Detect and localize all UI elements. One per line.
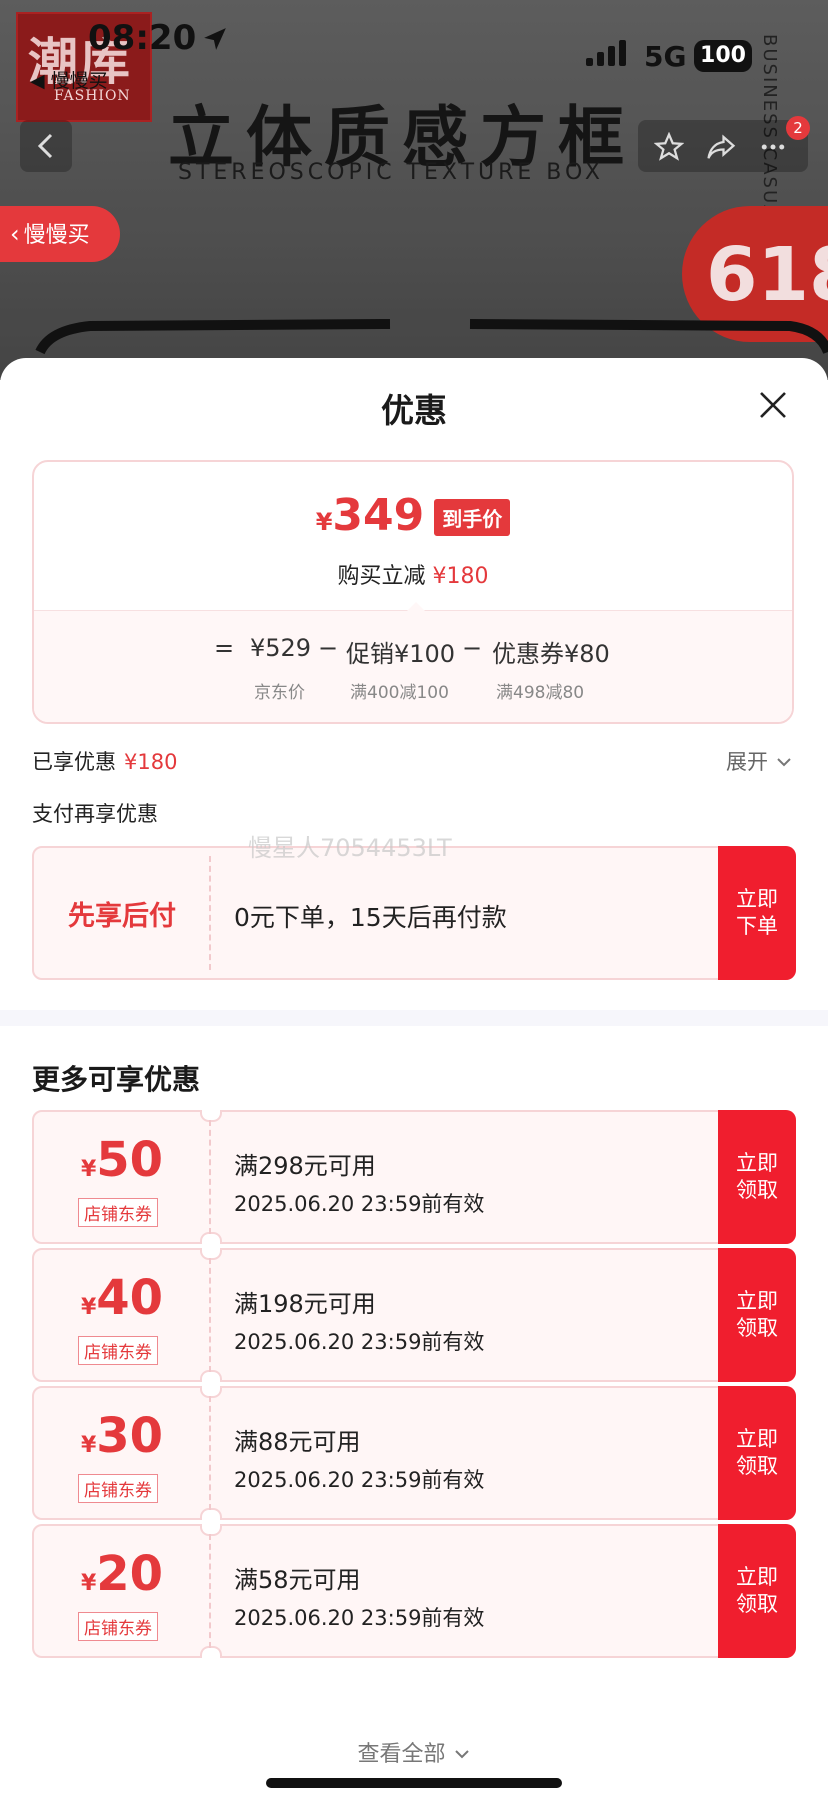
banner-subtitle: STEREOSCOPIC TEXTURE BOX [178,160,604,185]
slow-buy-button[interactable]: ‹ 慢慢买 [0,206,120,262]
coupon-amount: ¥30 [34,1408,210,1464]
watermark: 慢星人7054453LT [248,834,452,862]
formula-promo-label: 满400减100 [350,683,449,703]
formula-equals: = [214,634,235,662]
network-type: 5G [644,40,687,73]
back-button[interactable] [20,120,72,172]
bnpl-title: 先享后付 [68,901,176,932]
claim-label: 立即领取 [736,1289,778,1340]
claim-coupon-button[interactable]: 立即领取 [718,1248,796,1382]
cart-badge: 2 [786,116,810,140]
bnpl-card: 先享后付 0元下单，15天后再付款 立即下单 [32,846,796,980]
price-value: 349 [332,490,425,541]
coupon-amount: ¥40 [34,1270,210,1326]
chevron-left-icon: ‹ [10,220,20,248]
pay-more-label: 支付再享优惠 [32,802,158,826]
coupon-currency: ¥ [80,1571,97,1596]
formula-minus: − [462,634,483,662]
status-time: 08:20 [88,18,197,58]
claim-label: 立即领取 [736,1151,778,1202]
formula-promo: 促销¥100 [346,640,456,668]
coupon-type-badge: 店铺东券 [78,1474,158,1503]
enjoyed-value: ¥180 [124,750,178,774]
coupon-condition: 满88元可用 [234,1428,361,1456]
coupon-amount-value: 20 [96,1546,164,1602]
chevron-down-icon [454,1750,469,1759]
coupon-condition: 满58元可用 [234,1566,361,1594]
more-offers-title: 更多可享优惠 [32,1063,201,1096]
order-now-button[interactable]: 立即下单 [718,846,796,980]
top-action-bar [638,120,808,172]
slow-buy-label: 慢慢买 [23,223,90,248]
sheet-title: 优惠 [381,391,447,430]
claim-coupon-button[interactable]: 立即领取 [718,1524,796,1658]
promo-618-text: 618 [706,232,828,318]
claim-label: 立即领取 [736,1565,778,1616]
formula-coupon-label: 满498减80 [496,683,585,703]
more-icon[interactable] [758,132,788,162]
claim-coupon-button[interactable]: 立即领取 [718,1386,796,1520]
formula-minus: − [318,634,339,662]
coupon-currency: ¥ [80,1295,97,1320]
section-divider [0,1010,828,1026]
coupon-expiry: 2025.06.20 23:59前有效 [234,1468,485,1492]
coupon-amount: ¥20 [34,1546,210,1602]
view-all-link[interactable]: 查看全部 [0,1736,828,1768]
coupon-card: ¥40 店铺东券 满198元可用 2025.06.20 23:59前有效 立即领… [32,1248,796,1382]
expand-toggle[interactable]: 展开 [726,746,793,776]
star-icon[interactable] [654,132,684,162]
coupon-card: ¥30 店铺东券 满88元可用 2025.06.20 23:59前有效 立即领取 [32,1386,796,1520]
formula-coupon: 优惠券¥80 [492,640,610,668]
back-to-app-link[interactable]: ◀ 慢慢买 [30,66,108,93]
view-all-label: 查看全部 [357,1742,446,1767]
coupon-card: ¥50 店铺东券 满298元可用 2025.06.20 23:59前有效 立即领… [32,1110,796,1244]
coupon-expiry: 2025.06.20 23:59前有效 [234,1330,485,1354]
final-price: ¥349 到手价 [34,490,792,544]
chevron-down-icon [776,758,791,767]
chevron-left-icon [37,133,53,159]
reduction-value: ¥180 [432,564,489,589]
location-arrow-icon [204,28,226,50]
coupon-card: ¥20 店铺东券 满58元可用 2025.06.20 23:59前有效 立即领取 [32,1524,796,1658]
bnpl-description: 0元下单，15天后再付款 [234,903,507,932]
coupon-condition: 满198元可用 [234,1290,376,1318]
coupon-expiry: 2025.06.20 23:59前有效 [234,1606,485,1630]
final-price-tag: 到手价 [434,499,511,536]
coupon-currency: ¥ [80,1157,97,1182]
coupon-amount-value: 30 [96,1408,164,1464]
share-icon[interactable] [706,132,736,162]
coupon-type-badge: 店铺东券 [78,1336,158,1365]
close-icon[interactable] [756,388,790,422]
formula-base-price: ¥529 [250,634,312,662]
home-indicator[interactable] [266,1778,562,1788]
coupon-type-badge: 店铺东券 [78,1612,158,1641]
coupon-amount: ¥50 [34,1132,210,1188]
signal-icon [586,38,630,66]
enjoyed-label: 已享优惠 [32,750,116,774]
price-currency: ¥ [315,508,333,536]
coupon-amount-value: 50 [96,1132,164,1188]
reduction-label: 购买立减 [337,564,426,589]
coupon-currency: ¥ [80,1433,97,1458]
coupon-condition: 满298元可用 [234,1152,376,1180]
order-now-label: 立即下单 [736,887,778,938]
enjoyed-discount: 已享优惠 ¥180 [32,746,177,776]
product-banner: 潮库 IN FASHION 08:20 ◀ 慢慢买 5G 100 BUSINES… [0,0,828,380]
coupon-type-badge: 店铺东券 [78,1198,158,1227]
expand-label: 展开 [726,750,768,774]
claim-coupon-button[interactable]: 立即领取 [718,1110,796,1244]
battery-indicator: 100 [694,40,752,72]
coupon-amount-value: 40 [96,1270,164,1326]
instant-reduction: 购买立减 ¥180 [34,558,792,590]
formula-base-label: 京东价 [254,683,305,703]
claim-label: 立即领取 [736,1427,778,1478]
discount-sheet: 优惠 ¥349 到手价 购买立减 ¥180 = ¥529 京东价 − 促销¥100… [0,358,828,1795]
price-breakdown-card: ¥349 到手价 购买立减 ¥180 = ¥529 京东价 − 促销¥100 满4… [32,460,794,724]
coupon-expiry: 2025.06.20 23:59前有效 [234,1192,485,1216]
